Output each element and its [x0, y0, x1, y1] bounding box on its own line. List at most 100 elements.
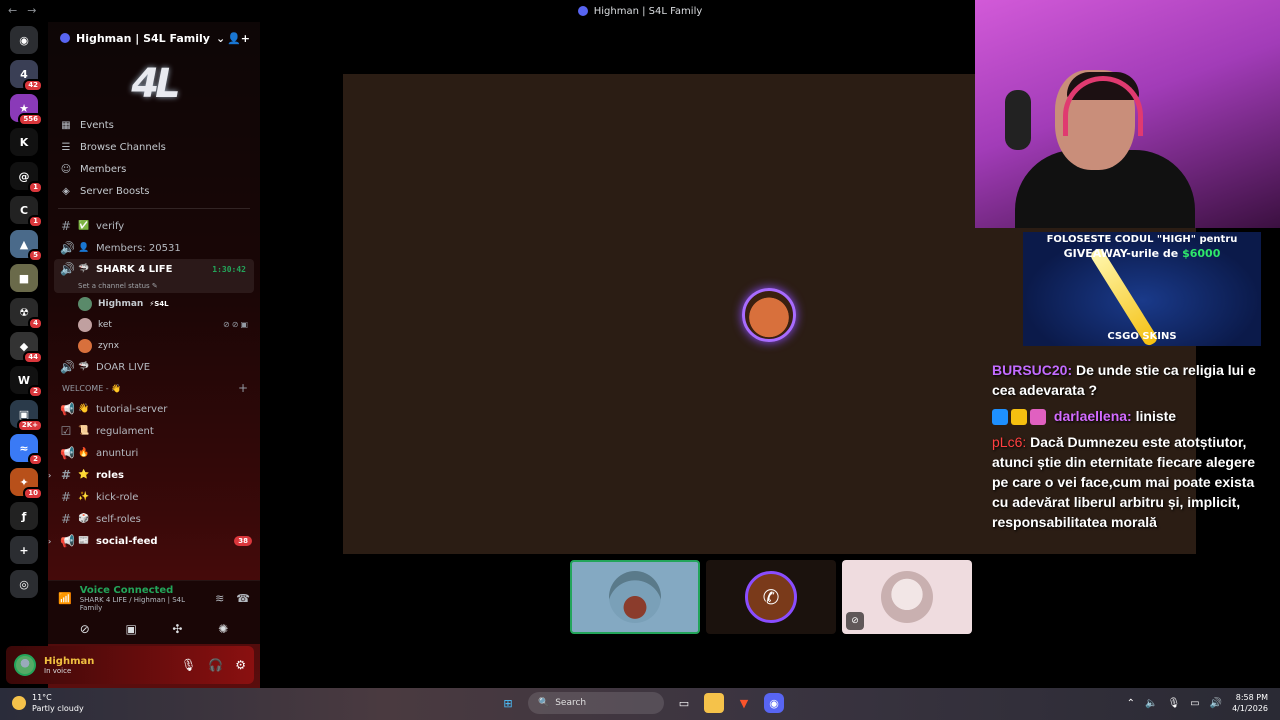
channel-shark-4-life[interactable]: 🔊 🦈 SHARK 4 LIFE 1:30:42 Set a channel s…	[54, 259, 254, 293]
server-glyph: @	[18, 169, 30, 183]
user-status: In voice	[44, 666, 72, 675]
server-server-8-icon[interactable]: ◆ 44	[10, 332, 43, 364]
mention-badge: 42	[23, 79, 43, 92]
taskbar-search[interactable]: 🔍 Search	[528, 692, 664, 714]
server-server-kick-icon[interactable]: K	[10, 128, 38, 156]
voice-user-name: Highman	[98, 298, 144, 309]
participant-tile[interactable]	[570, 560, 700, 634]
microphone-icon[interactable]: 🎙	[181, 658, 196, 672]
window-title: Highman | S4L Family	[577, 6, 702, 17]
gear-icon[interactable]: ⚙	[235, 658, 246, 672]
server-boost-icon	[60, 33, 70, 43]
voice-location[interactable]: SHARK 4 LIFE / Highman | S4L Family	[80, 596, 207, 612]
disconnect-icon[interactable]: ☎	[236, 592, 250, 605]
server-server-w-icon[interactable]: W2	[10, 366, 43, 398]
microphone-icon[interactable]: 🎙	[1167, 698, 1180, 709]
add-channel-icon[interactable]: +	[238, 381, 248, 395]
server-server-csgo-icon[interactable]: C1	[10, 196, 43, 228]
discord-icon[interactable]: ◉	[764, 693, 784, 713]
crown-badge-icon	[1011, 409, 1027, 426]
sponsor-line-2-text: GIVEAWAY-urile de	[1063, 247, 1183, 260]
channel-anunturi[interactable]: 📢 🔥 anunturi	[48, 442, 260, 464]
channel-social-feed[interactable]: › 📢 📰 social-feed 38	[48, 530, 260, 552]
server-server-7-icon[interactable]: ☢ 4	[10, 298, 43, 330]
channel-verify[interactable]: # ✅ verify	[48, 215, 260, 237]
menu-server-boosts[interactable]: ◈ Server Boosts	[48, 180, 260, 202]
channel-roles[interactable]: › # ⭐ roles	[48, 464, 260, 486]
camera-off-icon[interactable]: ⊘	[80, 622, 90, 636]
menu-members[interactable]: ☺ Members	[48, 158, 260, 180]
file-explorer-icon[interactable]	[704, 693, 724, 713]
participant-tile[interactable]: ✆	[706, 560, 836, 634]
task-view-icon[interactable]: ▭	[674, 693, 694, 713]
channel-label: regulament	[96, 425, 154, 437]
invite-icon[interactable]: 👤+	[227, 32, 250, 45]
server-glyph: ◎	[19, 577, 29, 591]
mention-badge: 1	[28, 181, 43, 194]
shark-emoji-icon: 🦈	[78, 362, 90, 372]
channel-emoji-icon: 🎲	[78, 514, 90, 524]
noise-suppression-icon[interactable]: ≋	[215, 592, 224, 605]
server-server-6-icon[interactable]: ■	[10, 264, 38, 292]
text-channel-icon: #	[60, 219, 72, 233]
avatar[interactable]	[14, 654, 36, 676]
channel-emoji-icon: 🔥	[78, 448, 90, 458]
share-screen-icon[interactable]: ▣	[125, 622, 136, 636]
server-server-12-icon[interactable]: ✦ 10	[10, 468, 43, 500]
username[interactable]: Highman	[44, 656, 94, 667]
channel-members-count[interactable]: 🔊 👤 Members: 20531	[48, 237, 260, 259]
windows-start-icon[interactable]: ⊞	[498, 693, 518, 713]
voice-user[interactable]: Highman ⚡S4L	[48, 293, 260, 314]
server-discover-icon[interactable]: ◎	[10, 570, 38, 598]
category-welcome[interactable]: WELCOME - 👋 +	[48, 378, 260, 398]
channel-label: kick-role	[96, 491, 139, 503]
menu-label: Browse Channels	[80, 141, 166, 153]
server-server-s4l-icon[interactable]: 4 42	[10, 60, 43, 92]
events-icon: ▦	[61, 119, 71, 131]
channel-kick-role[interactable]: # ✨ kick-role	[48, 486, 260, 508]
activities-icon[interactable]: ✣	[172, 622, 182, 636]
sponsor-brand: CSGO SKINS	[1107, 331, 1177, 342]
menu-events[interactable]: ▦ Events	[48, 114, 260, 136]
person-emoji-icon: 👤	[78, 243, 90, 253]
chevron-up-icon[interactable]: ⌃	[1127, 698, 1135, 709]
participant-tile[interactable]: ⊘	[842, 560, 972, 634]
headphones-icon[interactable]: 🎧	[208, 658, 223, 672]
participant-tiles: ✆ ⊘	[570, 560, 972, 634]
server-server-2-icon[interactable]: ★ 556	[10, 94, 43, 126]
volume-icon[interactable]: 🔊	[1210, 698, 1222, 709]
server-name: Highman | S4L Family	[76, 31, 210, 45]
channel-self-roles[interactable]: # 🎲 self-roles	[48, 508, 260, 530]
soundboard-icon[interactable]: ✺	[218, 622, 228, 636]
channel-label: tutorial-server	[96, 403, 168, 415]
chat-text: liniste	[1135, 408, 1177, 424]
channel-regulament[interactable]: ☑ 📜 regulament	[48, 420, 260, 442]
channel-doar-live[interactable]: 🔊 🦈 DOAR LIVE	[48, 356, 260, 378]
search-placeholder: Search	[555, 698, 587, 708]
server-header[interactable]: Highman | S4L Family ⌄ 👤+	[48, 22, 260, 54]
channel-tutorial-server[interactable]: 📢 👋 tutorial-server	[48, 398, 260, 420]
server-server-5-icon[interactable]: ▲ 5	[10, 230, 43, 262]
server-server-13-icon[interactable]: ƒ	[10, 502, 38, 530]
chat-message: pLc6: Dacă Dumnezeu este atotștiutor, at…	[992, 432, 1262, 532]
brave-browser-icon[interactable]: ▼	[734, 693, 754, 713]
server-server-10-icon[interactable]: ▣ 2K+	[10, 400, 43, 432]
forward-arrow-icon[interactable]: →	[27, 4, 36, 17]
back-arrow-icon[interactable]: ←	[8, 4, 17, 17]
voice-user[interactable]: ket ⊘⊘▣	[48, 314, 260, 335]
voice-user[interactable]: zynx	[48, 335, 260, 356]
speaker-icon[interactable]: 🔈	[1145, 698, 1157, 709]
channel-status[interactable]: Set a channel status ✎	[60, 282, 246, 290]
server-discord-home-icon[interactable]: ◉	[10, 26, 38, 54]
display-icon[interactable]: ▭	[1190, 698, 1199, 709]
signal-icon[interactable]: 📶	[58, 592, 72, 605]
weather-widget[interactable]: 11°C Partly cloudy	[12, 692, 84, 714]
server-server-11-icon[interactable]: ≈2	[10, 434, 43, 466]
chat-username: pLc6:	[992, 434, 1027, 450]
menu-browse-channels[interactable]: ☰ Browse Channels	[48, 136, 260, 158]
channel-type-icon: 📢	[60, 446, 75, 460]
focused-speaker-avatar[interactable]	[742, 288, 796, 342]
clock[interactable]: 8:58 PM 4/1/2026	[1232, 692, 1268, 714]
server-server-spiral-icon[interactable]: @1	[10, 162, 43, 194]
server-add-server-icon[interactable]: +	[10, 536, 38, 564]
